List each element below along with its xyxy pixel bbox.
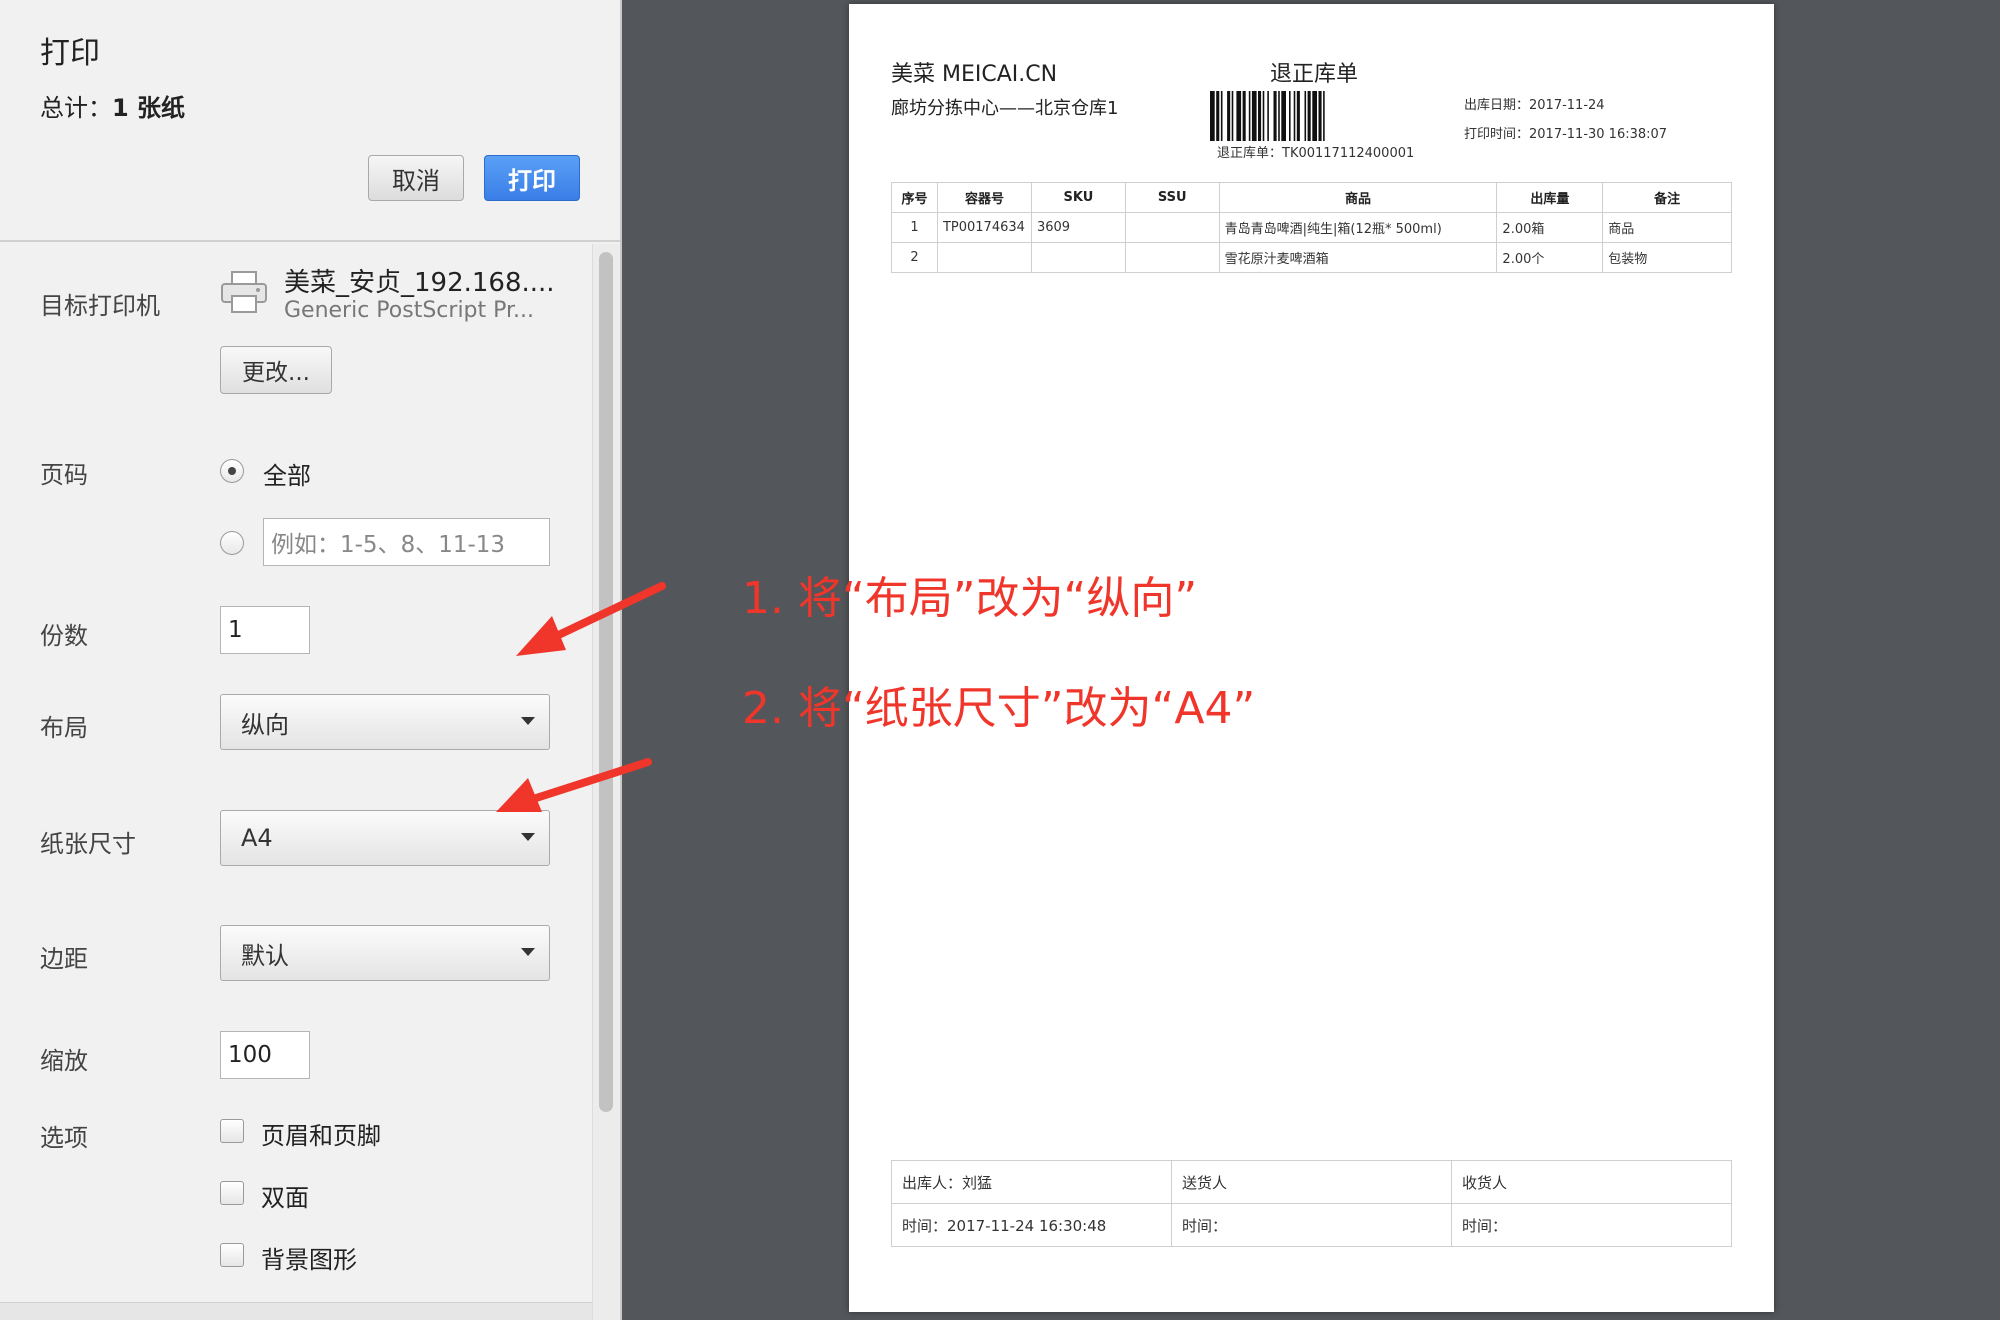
column-header: 序号 xyxy=(891,182,938,213)
receiver-cell: 收货人 xyxy=(1451,1160,1732,1204)
table-header-row: 序号 容器号 SKU SSU 商品 出库量 备注 xyxy=(891,182,1732,213)
signature-row: 出库人：刘猛 送货人 收货人 xyxy=(891,1160,1732,1204)
change-printer-button[interactable]: 更改... xyxy=(220,346,332,394)
warehouse-name: 廊坊分拣中心——北京仓库1 xyxy=(891,98,1119,119)
chevron-down-icon xyxy=(521,833,535,841)
print-preview-page: 美菜 MEICAI.CN 退正库单 廊坊分拣中心——北京仓库1 退正库单：TK0… xyxy=(849,4,1774,1312)
pages-all-radio[interactable] xyxy=(220,459,244,483)
print-settings-panel: 打印 总计：1 张纸 取消 打印 目标打印机 美菜_安贞_192.168....… xyxy=(0,0,622,1320)
signature-time-row: 时间：2017-11-24 16:30:48 时间： 时间： xyxy=(891,1203,1732,1247)
paper-size-label: 纸张尺寸 xyxy=(40,830,136,858)
layout-label: 布局 xyxy=(40,714,88,742)
table-cell xyxy=(936,242,1032,273)
duplex-checkbox[interactable] xyxy=(220,1181,244,1205)
layout-select[interactable]: 纵向 xyxy=(220,694,550,750)
paper-size-select[interactable]: A4 xyxy=(220,810,550,866)
duplex-label: 双面 xyxy=(261,1184,309,1212)
column-header: SKU xyxy=(1030,182,1126,213)
table-cell xyxy=(1124,212,1220,243)
print-time: 打印时间：2017-11-30 16:38:07 xyxy=(1464,127,1668,142)
table-cell: 青岛青岛啤酒|纯生|箱(12瓶* 500ml) xyxy=(1218,212,1498,243)
margins-label: 边距 xyxy=(40,945,88,973)
brand-name: 美菜 MEICAI.CN xyxy=(891,62,1058,87)
scale-input[interactable]: 100 xyxy=(220,1031,310,1079)
copies-input[interactable]: 1 xyxy=(220,606,310,654)
barcode-icon xyxy=(1210,91,1325,141)
copies-label: 份数 xyxy=(40,622,88,650)
background-graphics-checkbox[interactable] xyxy=(220,1243,244,1267)
margins-value: 默认 xyxy=(241,941,289,970)
pages-custom-radio[interactable] xyxy=(220,531,244,555)
deliverer-time-cell: 时间： xyxy=(1171,1203,1452,1247)
out-date: 出库日期：2017-11-24 xyxy=(1464,98,1605,113)
sheet-summary: 总计：1 张纸 xyxy=(40,88,185,123)
dialog-title: 打印 xyxy=(40,36,100,71)
background-graphics-label: 背景图形 xyxy=(261,1246,357,1274)
printer-name: 美菜_安贞_192.168.... xyxy=(284,268,555,298)
scale-label: 缩放 xyxy=(40,1047,88,1075)
signature-table: 出库人：刘猛 送货人 收货人 时间：2017-11-24 16:30:48 时间… xyxy=(891,1160,1732,1247)
margins-select[interactable]: 默认 xyxy=(220,925,550,981)
table-cell: 包装物 xyxy=(1602,242,1732,273)
deliverer-cell: 送货人 xyxy=(1171,1160,1452,1204)
table-cell: 商品 xyxy=(1602,212,1732,243)
items-table: 序号 容器号 SKU SSU 商品 出库量 备注 1 TP00174634 36… xyxy=(891,182,1732,273)
destination-label: 目标打印机 xyxy=(40,292,160,320)
table-cell: 2 xyxy=(891,242,938,273)
summary-label: 总计： xyxy=(40,94,112,122)
column-header: 出库量 xyxy=(1496,182,1604,213)
table-cell: 1 xyxy=(891,212,938,243)
printer-icon xyxy=(221,271,267,313)
header-footer-label: 页眉和页脚 xyxy=(261,1122,381,1150)
annotation-note-paper-size: 2. 将“纸张尺寸”改为“A4” xyxy=(742,683,1256,734)
print-header: 打印 总计：1 张纸 取消 打印 xyxy=(0,0,620,242)
column-header: SSU xyxy=(1124,182,1220,213)
issuer-time-cell: 时间：2017-11-24 16:30:48 xyxy=(891,1203,1172,1247)
column-header: 商品 xyxy=(1218,182,1498,213)
document-title: 退正库单 xyxy=(1270,62,1359,87)
printer-driver: Generic PostScript Pr... xyxy=(284,298,535,323)
column-header: 容器号 xyxy=(936,182,1032,213)
annotation-note-layout: 1. 将“布局”改为“纵向” xyxy=(742,573,1198,624)
chevron-down-icon xyxy=(521,717,535,725)
pages-all-label: 全部 xyxy=(263,462,311,490)
table-cell xyxy=(1030,242,1126,273)
table-row: 1 TP00174634 3609 青岛青岛啤酒|纯生|箱(12瓶* 500ml… xyxy=(891,212,1732,243)
scrollbar-thumb[interactable] xyxy=(599,252,613,1112)
panel-footer xyxy=(0,1302,592,1320)
pages-range-input[interactable]: 例如：1-5、8、11-13 xyxy=(263,518,550,566)
header-footer-checkbox[interactable] xyxy=(220,1119,244,1143)
chevron-down-icon xyxy=(521,948,535,956)
table-cell: 3609 xyxy=(1030,212,1126,243)
table-cell: 雪花原汁麦啤酒箱 xyxy=(1218,242,1498,273)
issuer-cell: 出库人：刘猛 xyxy=(891,1160,1172,1204)
layout-value: 纵向 xyxy=(241,710,289,739)
settings-scrollbar[interactable] xyxy=(592,244,620,1320)
summary-value: 1 张纸 xyxy=(112,94,186,122)
column-header: 备注 xyxy=(1602,182,1732,213)
paper-size-value: A4 xyxy=(241,824,273,852)
barcode-caption: 退正库单：TK00117112400001 xyxy=(1217,146,1415,161)
table-cell xyxy=(1124,242,1220,273)
options-label: 选项 xyxy=(40,1124,88,1152)
table-row: 2 雪花原汁麦啤酒箱 2.00个 包装物 xyxy=(891,242,1732,273)
pages-label: 页码 xyxy=(40,461,88,489)
print-button[interactable]: 打印 xyxy=(484,155,580,201)
receiver-time-cell: 时间： xyxy=(1451,1203,1732,1247)
cancel-button[interactable]: 取消 xyxy=(368,155,464,201)
table-cell: 2.00个 xyxy=(1496,242,1604,273)
table-cell: TP00174634 xyxy=(936,212,1032,243)
table-cell: 2.00箱 xyxy=(1496,212,1604,243)
